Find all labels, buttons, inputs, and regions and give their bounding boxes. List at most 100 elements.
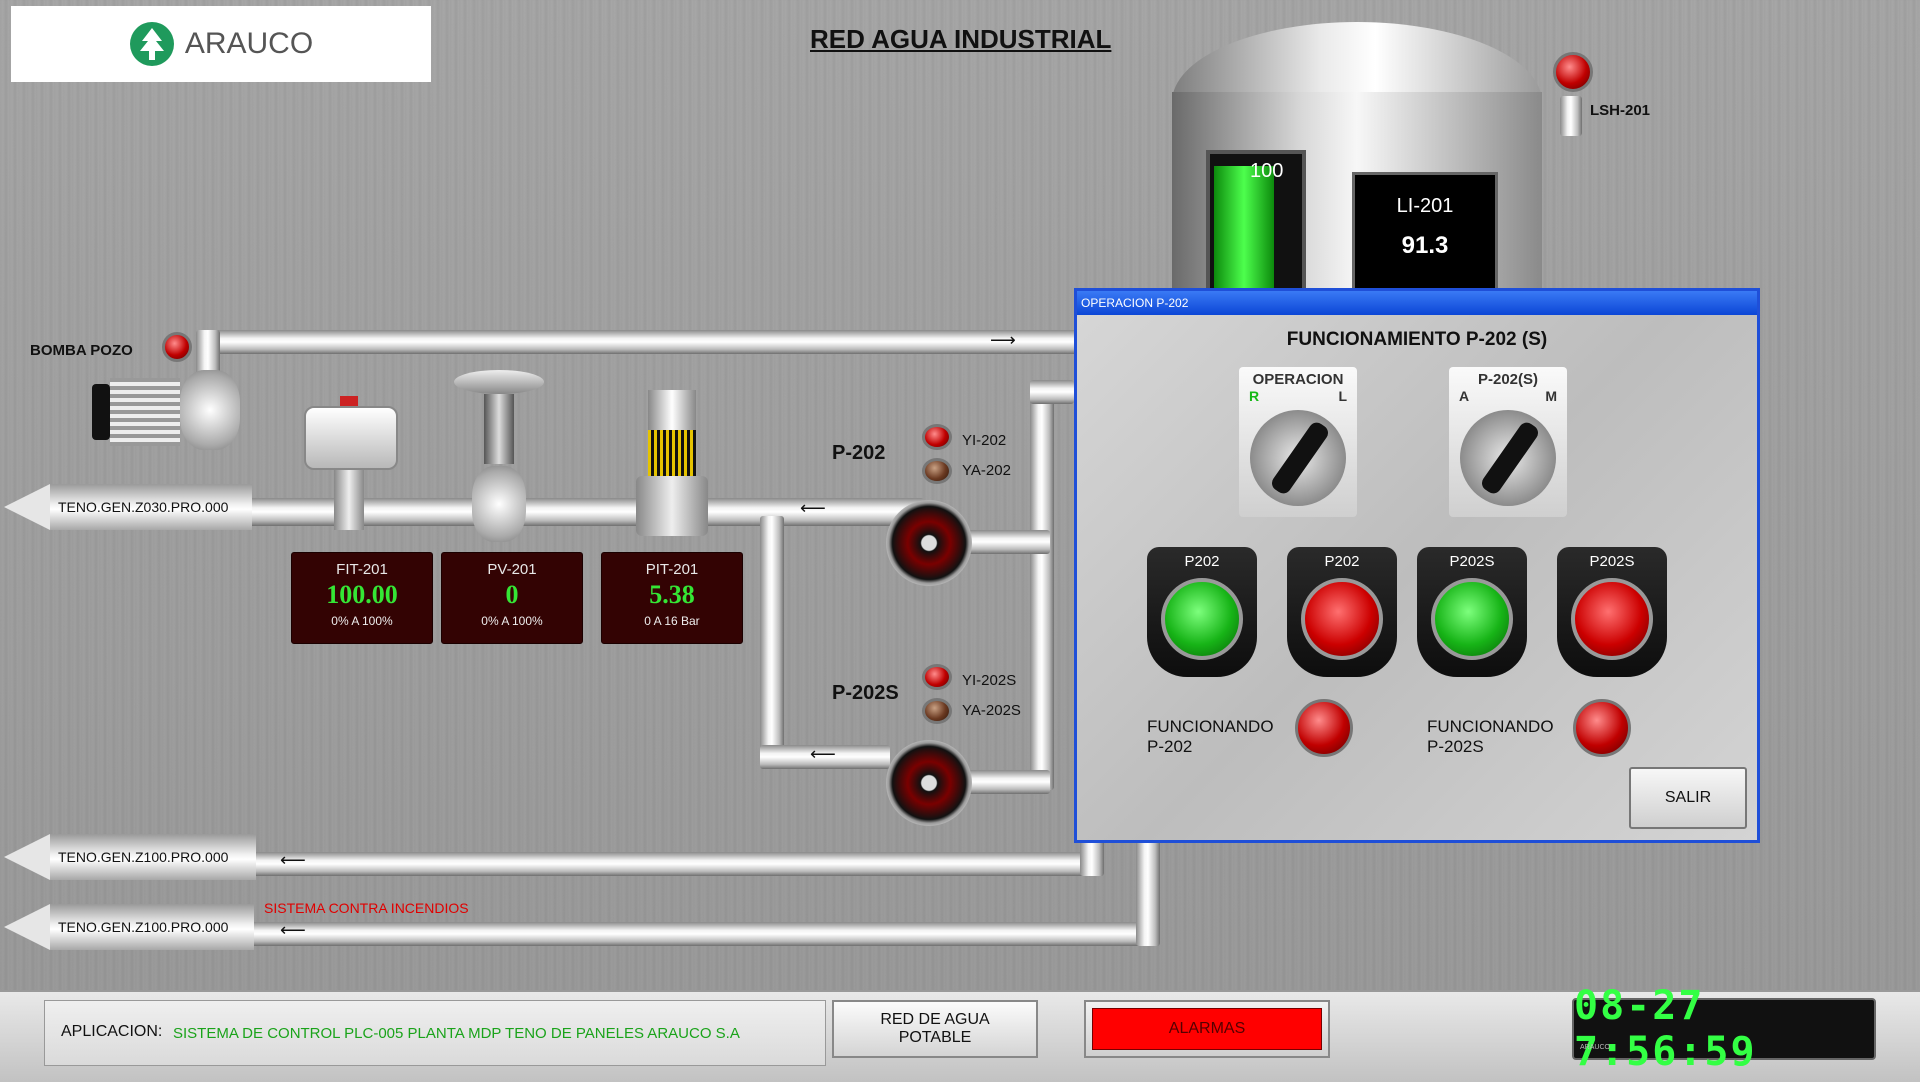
flow-arrow-p202s: ⟵ (810, 744, 836, 764)
tank-tag: LI-201 (1396, 195, 1454, 217)
incendios-label: SISTEMA CONTRA INCENDIOS (264, 900, 469, 916)
selector-operacion-title: OPERACION (1252, 371, 1344, 388)
logo-text: ARAUCO (184, 27, 314, 60)
button-p202-stop-label: P202 (1324, 553, 1360, 570)
outlet-z100b-label: TENO.GEN.Z100.PRO.000 (50, 904, 254, 950)
selector-p202s-right: M (1545, 388, 1557, 404)
selector-operacion[interactable]: OPERACION R L (1239, 367, 1357, 517)
pv-201-valve (454, 366, 544, 542)
app-info: APLICACION: SISTEMA DE CONTROL PLC-005 P… (44, 1000, 826, 1066)
button-p202s-stop-face[interactable] (1571, 578, 1653, 660)
yi-202s-label: YI-202S (962, 672, 1017, 689)
outlet-z100b: TENO.GEN.Z100.PRO.000 (4, 904, 254, 950)
app-value: SISTEMA DE CONTROL PLC-005 PLANTA MDP TE… (173, 1025, 740, 1042)
display-pit-201: PIT-201 5.38 0 A 16 Bar (601, 552, 743, 644)
pipe-right-top (1030, 380, 1074, 404)
selector-operacion-left: R (1249, 388, 1260, 404)
display-pit-201-tag: PIT-201 (645, 561, 699, 578)
selector-p202s-left: A (1459, 388, 1470, 404)
tree-icon (129, 22, 174, 66)
ya-202s-label: YA-202S (962, 702, 1021, 719)
bomba-pozo-pump (92, 370, 242, 452)
selector-operacion-knob[interactable] (1250, 410, 1346, 506)
ya-202s-lamp (922, 698, 952, 724)
fit-201-valve (304, 396, 398, 530)
button-p202s-start-label: P202S (1449, 553, 1495, 570)
status-p202s-label: FUNCIONANDO P-202S (1427, 717, 1554, 756)
selector-p202s-knob[interactable] (1460, 410, 1556, 506)
pipe-p202-discharge (960, 530, 1050, 554)
p202-label: P-202 (832, 442, 886, 464)
lsh-201-stem (1560, 96, 1582, 136)
button-p202s-stop-label: P202S (1589, 553, 1635, 570)
button-p202s-start[interactable]: P202S (1417, 547, 1527, 677)
pipe-z100b-riser (1136, 840, 1160, 946)
outlet-z030-label: TENO.GEN.Z030.PRO.000 (50, 484, 252, 530)
display-pit-201-range: 0 A 16 Bar (644, 614, 700, 628)
selector-operacion-right: L (1338, 388, 1347, 404)
alarmas-button[interactable]: ALARMAS (1092, 1008, 1322, 1050)
selector-p202s[interactable]: P-202(S) A M (1449, 367, 1567, 517)
flow-arrow-main: ⟵ (800, 498, 826, 518)
lsh-201-lamp (1553, 52, 1593, 92)
button-p202s-stop[interactable]: P202S (1557, 547, 1667, 677)
pump-p202s[interactable] (886, 740, 972, 826)
yi-202-lamp (922, 424, 952, 450)
red-agua-potable-button[interactable]: RED DE AGUA POTABLE (832, 1000, 1038, 1058)
flow-arrow-z100b: ⟵ (280, 920, 306, 940)
pipe-top (210, 330, 1090, 354)
pipe-z100b (246, 922, 1160, 946)
selector-p202s-title: P-202(S) (1477, 371, 1539, 388)
outlet-z100a-label: TENO.GEN.Z100.PRO.000 (50, 834, 256, 880)
button-p202-start[interactable]: P202 (1147, 547, 1257, 677)
yi-202-label: YI-202 (962, 432, 1007, 449)
flow-arrow-z100a: ⟵ (280, 850, 306, 870)
display-pit-201-value: 5.38 (649, 580, 695, 609)
tank-scale-top: 100 (1250, 160, 1284, 182)
button-p202-stop[interactable]: P202 (1287, 547, 1397, 677)
ya-202-label: YA-202 (962, 462, 1011, 479)
button-p202s-start-face[interactable] (1431, 578, 1513, 660)
salir-button[interactable]: SALIR (1629, 767, 1747, 829)
pipe-z100a (248, 852, 1104, 876)
pit-201-transmitter (632, 390, 712, 536)
tank-readout: LI-201 91.3 (1352, 172, 1498, 298)
display-fit-201-range: 0% A 100% (331, 614, 393, 628)
display-fit-201-tag: FIT-201 (336, 561, 388, 578)
pump-p202[interactable] (886, 500, 972, 586)
alarmas-frame: ALARMAS (1084, 1000, 1330, 1058)
ya-202-lamp (922, 458, 952, 484)
status-p202-lamp (1295, 699, 1353, 757)
arauco-logo: ARAUCO (11, 6, 431, 82)
lsh-201-label: LSH-201 (1590, 102, 1651, 119)
outlet-z100a: TENO.GEN.Z100.PRO.000 (4, 834, 256, 880)
popup-operacion-p202: OPERACION P-202 FUNCIONAMIENTO P-202 (S)… (1074, 288, 1760, 843)
button-p202-start-label: P202 (1184, 553, 1220, 570)
button-p202-stop-face[interactable] (1301, 578, 1383, 660)
display-fit-201: FIT-201 100.00 0% A 100% (291, 552, 433, 644)
bomba-pozo-lamp (162, 332, 192, 362)
pipe-right-riser (1030, 380, 1054, 790)
button-p202-start-face[interactable] (1161, 578, 1243, 660)
display-pv-201: PV-201 0 0% A 100% (441, 552, 583, 644)
tank-level-fill (1214, 166, 1274, 296)
tank-value: 91.3 (1401, 232, 1449, 259)
status-p202s-lamp (1573, 699, 1631, 757)
outlet-z030: TENO.GEN.Z030.PRO.000 (4, 484, 252, 530)
bomba-pozo-label: BOMBA POZO (30, 342, 133, 359)
tank-level-gauge: 100 (1206, 150, 1306, 300)
popup-heading: FUNCIONAMIENTO P-202 (S) (1286, 329, 1548, 350)
p202s-label: P-202S (832, 682, 899, 704)
tank: 100 LI-201 91.3 (1172, 22, 1542, 300)
display-pv-201-tag: PV-201 (487, 561, 537, 578)
pipe-p202s-discharge (960, 770, 1050, 794)
display-pv-201-value: 0 (505, 580, 519, 609)
flow-arrow-top: ⟶ (990, 330, 1016, 350)
popup-titlebar[interactable]: OPERACION P-202 (1077, 291, 1757, 315)
yi-202s-lamp (922, 664, 952, 690)
display-pv-201-range: 0% A 100% (481, 614, 543, 628)
app-label: APLICACION: (61, 1023, 163, 1040)
page-title: RED AGUA INDUSTRIAL (810, 24, 1112, 54)
display-fit-201-value: 100.00 (326, 580, 398, 609)
clock-brand: ARAUCO (1580, 1044, 1610, 1051)
